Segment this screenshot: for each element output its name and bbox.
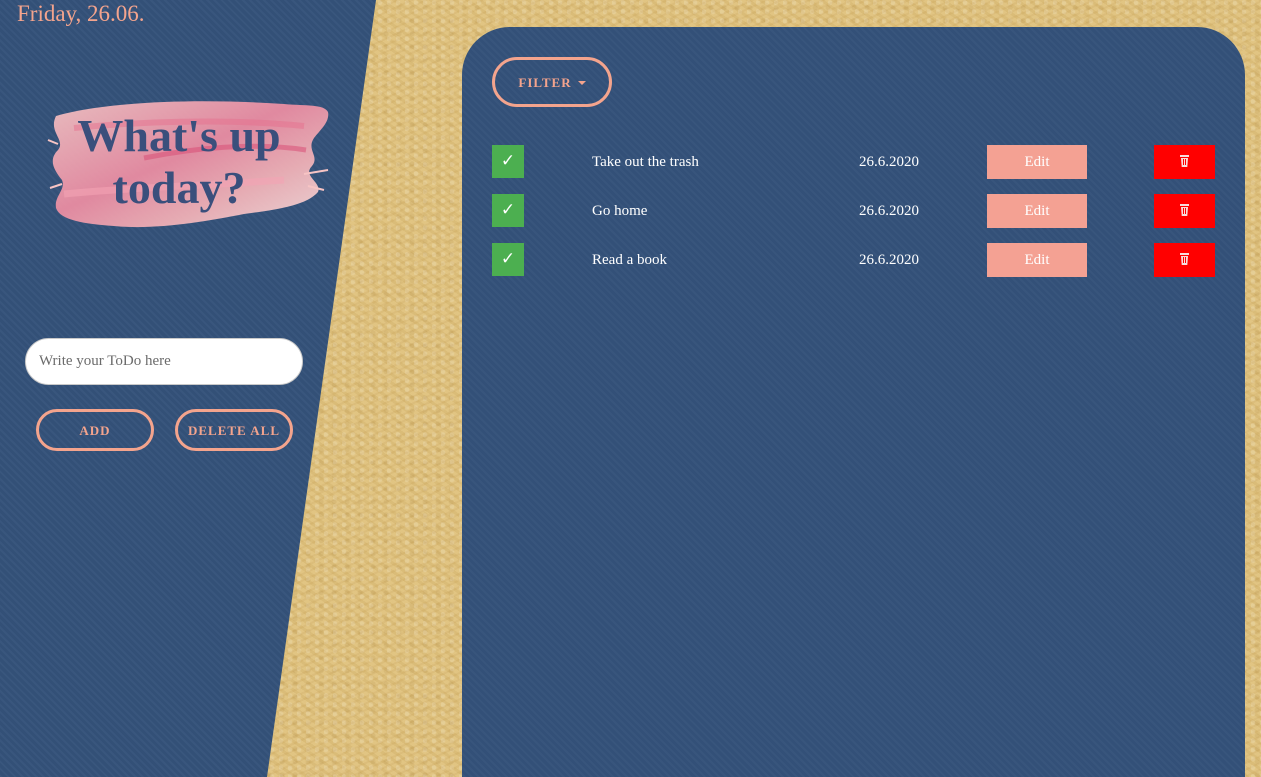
todo-list: ✓ Take out the trash 26.6.2020 Edit ✓ Go…: [492, 145, 1217, 292]
trash-icon: [1180, 204, 1189, 216]
headline-banner: What's up today?: [44, 98, 334, 238]
list-item: ✓ Go home 26.6.2020 Edit: [492, 194, 1217, 228]
chevron-down-icon: [577, 81, 586, 86]
todo-text: Go home: [592, 203, 648, 219]
trash-icon: [1180, 253, 1189, 265]
delete-button[interactable]: [1154, 194, 1215, 228]
edit-button[interactable]: Edit: [987, 243, 1087, 277]
list-item: ✓ Take out the trash 26.6.2020 Edit: [492, 145, 1217, 179]
check-icon[interactable]: ✓: [492, 243, 524, 276]
edit-button[interactable]: Edit: [987, 194, 1087, 228]
todo-date: 26.6.2020: [859, 154, 919, 170]
filter-button[interactable]: FILTER: [492, 57, 612, 107]
edit-button[interactable]: Edit: [987, 145, 1087, 179]
trash-icon: [1180, 155, 1189, 167]
check-icon[interactable]: ✓: [492, 145, 524, 178]
todo-date: 26.6.2020: [859, 252, 919, 268]
add-button[interactable]: ADD: [36, 409, 154, 451]
todo-text: Take out the trash: [592, 154, 699, 170]
delete-all-button[interactable]: DELETE ALL: [175, 409, 293, 451]
filter-label: FILTER: [518, 75, 572, 90]
page-title: What's up today?: [77, 110, 281, 213]
check-icon[interactable]: ✓: [492, 194, 524, 227]
list-item: ✓ Read a book 26.6.2020 Edit: [492, 243, 1217, 277]
todo-panel: FILTER ✓ Take out the trash 26.6.2020 Ed…: [462, 27, 1245, 777]
delete-button[interactable]: [1154, 145, 1215, 179]
todo-input[interactable]: [25, 338, 303, 385]
todo-date: 26.6.2020: [859, 203, 919, 219]
current-date: Friday, 26.06.: [17, 1, 145, 26]
delete-button[interactable]: [1154, 243, 1215, 277]
todo-text: Read a book: [592, 252, 667, 268]
